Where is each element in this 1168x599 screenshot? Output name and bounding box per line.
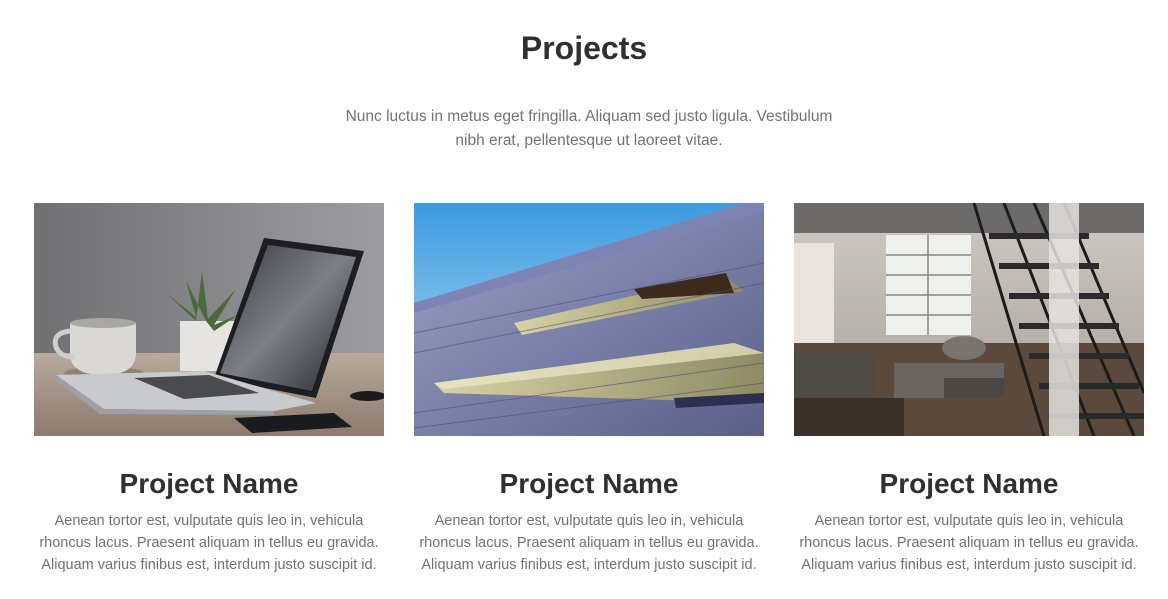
section-intro: Nunc luctus in metus eget fringilla. Ali…: [345, 108, 833, 149]
project-name: Project Name: [119, 468, 299, 499]
project-card[interactable]: Project Name Aenean tortor est, vulputat…: [414, 203, 764, 576]
section-title: Projects: [520, 30, 648, 66]
building-facade-photo[interactable]: [414, 203, 764, 436]
project-description: Aenean tortor est, vulputate quis leo in…: [39, 513, 379, 573]
project-card[interactable]: Project Name Aenean tortor est, vulputat…: [34, 203, 384, 576]
loft-interior-staircase-photo[interactable]: [794, 203, 1144, 436]
project-description: Aenean tortor est, vulputate quis leo in…: [419, 513, 759, 573]
project-name: Project Name: [499, 468, 679, 499]
laptop-on-desk-photo[interactable]: [34, 203, 384, 436]
projects-section: Projects Nunc luctus in metus eget fring…: [0, 0, 1168, 599]
project-name: Project Name: [879, 468, 1059, 499]
project-description: Aenean tortor est, vulputate quis leo in…: [799, 513, 1139, 573]
project-card[interactable]: Project Name Aenean tortor est, vulputat…: [794, 203, 1144, 576]
